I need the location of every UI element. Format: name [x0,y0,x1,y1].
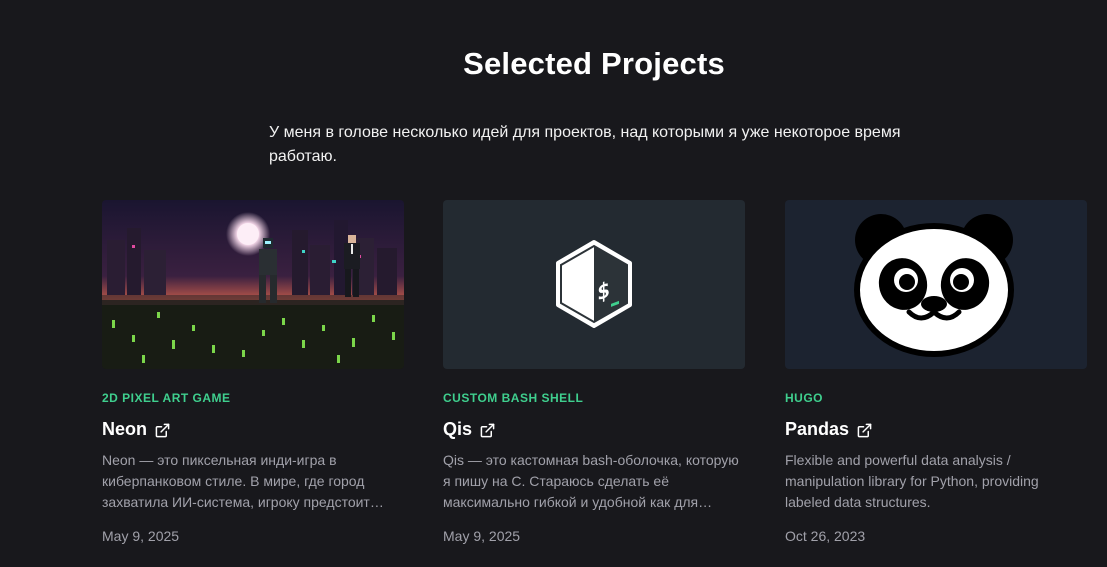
project-card-qis[interactable]: $ CUSTOM BASH SHELL Qis Qis — это кастом… [443,200,745,544]
project-tag: CUSTOM BASH SHELL [443,391,584,405]
project-image-neon[interactable] [102,200,404,369]
project-title-link[interactable]: Qis [443,419,472,440]
project-tag: HUGO [785,391,823,405]
pixel-art-scene-image [102,200,404,369]
project-image-qis[interactable]: $ [443,200,745,369]
project-tag: 2D PIXEL ART GAME [102,391,231,405]
project-date: Oct 26, 2023 [785,528,866,544]
project-date: May 9, 2025 [102,528,180,544]
project-image-pandas[interactable] [785,200,1087,369]
section-title: Selected Projects [463,46,725,81]
project-card-neon[interactable]: 2D PIXEL ART GAME Neon Neon — это пиксел… [102,200,404,544]
external-link-icon[interactable] [155,423,170,438]
project-description: Flexible and powerful data analysis / ma… [785,452,1039,510]
project-date: May 9, 2025 [443,528,521,544]
project-title-link[interactable]: Neon [102,419,147,440]
section-intro: У меня в голове несколько идей для проек… [269,124,901,165]
projects-section: Selected Projects У меня в голове нескол… [0,0,1107,567]
svg-text:$: $ [597,277,610,307]
project-description: Neon — это пиксельная инди-игра в киберп… [102,452,384,510]
panda-face-icon [854,214,1014,357]
external-link-icon[interactable] [857,423,872,438]
project-card-pandas[interactable]: HUGO Pandas Flexible and powerful data a… [785,200,1087,544]
external-link-icon[interactable] [480,423,495,438]
project-description: Qis — это кастомная bash-оболочка, котор… [443,452,739,510]
bash-logo-icon: $ [556,240,632,328]
project-title-link[interactable]: Pandas [785,419,849,440]
